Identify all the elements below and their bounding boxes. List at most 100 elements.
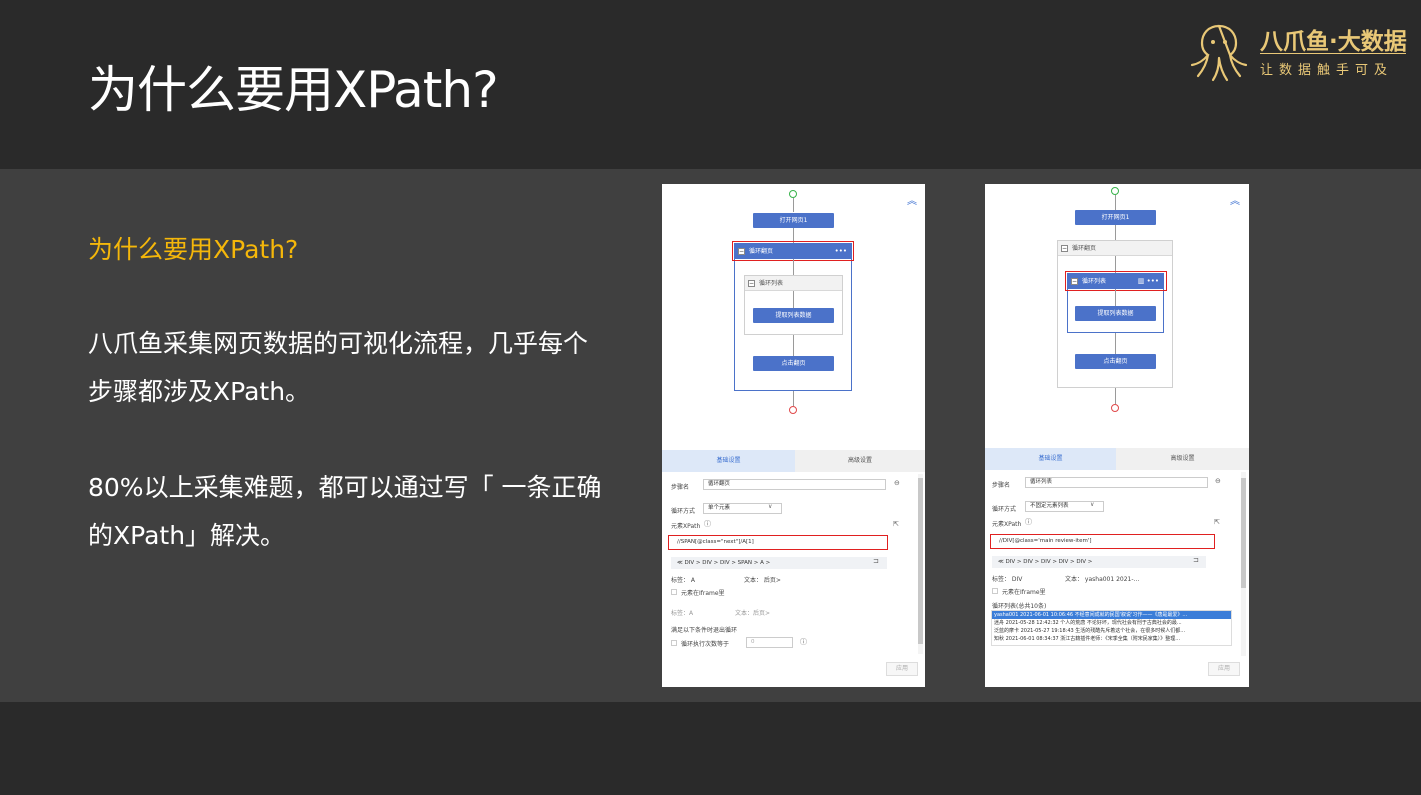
loop-mode-label: 循环方式 xyxy=(992,506,1017,513)
select-element-icon[interactable]: ⇱ xyxy=(893,520,899,528)
exit-count-checkbox[interactable] xyxy=(671,640,677,646)
xpath-label: 元素XPath xyxy=(992,521,1022,528)
select-element-icon[interactable]: ⇱ xyxy=(1214,518,1220,526)
xpath-label: 元素XPath xyxy=(671,523,701,530)
return-icon[interactable]: ⊐ xyxy=(1193,556,1199,564)
flow-click-next[interactable]: 点击翻页 xyxy=(753,356,834,371)
list-item[interactable]: yasha001 2021-06-01 10:06:46 不经意间成就的民国'叙… xyxy=(992,611,1231,619)
minus-icon[interactable]: − xyxy=(1061,245,1068,252)
collapse-icon[interactable]: ︽ xyxy=(907,192,917,207)
octopus-icon xyxy=(1190,24,1248,82)
list-item[interactable]: 泛蓝的摩卡 2021-05-27 19:18:43 生活的残酷先斥着这个社会，在… xyxy=(992,627,1231,635)
connector xyxy=(793,198,794,212)
collapse-icon[interactable]: ︽ xyxy=(1230,192,1240,207)
settings-form: 步骤名 循环翻页 ⊖ 循环方式 单个元素 ∨ 元素XPath ⓘ ⇱ //SPA… xyxy=(662,472,925,687)
text-label-2: 文本：后页> xyxy=(735,610,771,617)
end-icon xyxy=(1111,404,1119,412)
chevron-down-icon: ∨ xyxy=(768,503,773,510)
end-icon xyxy=(789,406,797,414)
brand-logo: 八爪鱼·大数据 让数据触手可及 xyxy=(1186,18,1407,84)
tag-label-2: 标签：A xyxy=(671,610,694,617)
xpath-input[interactable]: //SPAN[@class="next"]/A[1] xyxy=(668,535,888,550)
iframe-label: 元素在Iframe里 xyxy=(681,590,725,597)
iframe-checkbox[interactable] xyxy=(992,588,998,594)
brand-divider xyxy=(1260,53,1406,54)
connector xyxy=(1115,388,1116,404)
settings-tabs: 基础设置 高级设置 xyxy=(662,450,925,472)
step-name-label: 步骤名 xyxy=(671,484,690,491)
form-scrollbar[interactable] xyxy=(1241,472,1246,656)
help-icon[interactable]: ⓘ xyxy=(1025,517,1032,527)
section-subhead: 为什么要用XPath? xyxy=(88,235,299,264)
start-icon xyxy=(1111,187,1119,195)
clear-icon[interactable]: ⊖ xyxy=(894,479,900,487)
xpath-input[interactable]: //DIV[@class='main review-item'] xyxy=(990,534,1215,549)
loop-mode-label: 循环方式 xyxy=(671,508,696,515)
loop-list[interactable]: yasha001 2021-06-01 10:06:46 不经意间成就的民国'叙… xyxy=(991,610,1232,646)
brand-slogan: 让数据触手可及 xyxy=(1260,63,1394,78)
left-screenshot-panel: ︽ 打开网页1 − 循环翻页 ••• − 循环列表 提取列表数据 点击翻页 基础… xyxy=(662,184,925,687)
text-label: 文本： 后页> xyxy=(744,577,781,584)
return-icon[interactable]: ⊐ xyxy=(873,557,879,565)
highlight-loop-list xyxy=(1065,271,1167,291)
iframe-label: 元素在Iframe里 xyxy=(1002,589,1046,596)
workflow-canvas: ︽ 打开网页1 − 循环翻页 − 循环列表 ▥ ••• 提取列表数据 点击翻页 xyxy=(985,184,1249,450)
connector xyxy=(1115,333,1116,354)
scroll-thumb[interactable] xyxy=(918,478,923,644)
paragraph-visual-flow: 八爪鱼采集网页数据的可视化流程，几乎每个步骤都涉及XPath。 xyxy=(88,329,589,406)
connector xyxy=(793,291,794,308)
element-breadcrumb[interactable]: ≪ DIV > DIV > DIV > DIV > DIV > xyxy=(992,556,1206,568)
exit-condition-label: 满足以下条件时退出循环 xyxy=(671,627,738,634)
brand-name: 八爪鱼·大数据 xyxy=(1260,29,1407,55)
list-item[interactable]: 迷舟 2021-05-28 12:42:32 个人的荒唐 不论好坏，现代社会有刑… xyxy=(992,619,1231,627)
chevron-down-icon: ∨ xyxy=(1090,501,1095,508)
help-icon[interactable]: ⓘ xyxy=(704,519,711,529)
loop-list-label: 循环列表 xyxy=(759,280,784,287)
text-label: 文本： yasha001 2021-... xyxy=(1065,576,1140,583)
flow-extract[interactable]: 提取列表数据 xyxy=(1075,306,1156,321)
exit-count-input[interactable]: 0 xyxy=(746,637,793,648)
tab-basic[interactable]: 基础设置 xyxy=(985,448,1116,470)
connector xyxy=(793,259,794,275)
loop-page-label: 循环翻页 xyxy=(1072,245,1097,252)
paragraph-xpath-solution: 80%以上采集难题，都可以通过写「 一条正确的XPath」解决。 xyxy=(88,473,602,550)
tag-label: 标签： A xyxy=(671,577,696,584)
tab-basic[interactable]: 基础设置 xyxy=(662,450,795,472)
start-icon xyxy=(789,190,797,198)
form-scrollbar[interactable] xyxy=(918,474,923,654)
flow-click-next[interactable]: 点击翻页 xyxy=(1075,354,1156,369)
connector xyxy=(1115,225,1116,240)
settings-form: 步骤名 循环列表 ⊖ 循环方式 不固定元素列表 ∨ 元素XPath ⓘ ⇱ //… xyxy=(985,470,1249,687)
connector xyxy=(1115,289,1116,306)
tab-advanced[interactable]: 高级设置 xyxy=(1116,448,1249,470)
connector xyxy=(1115,195,1116,210)
step-name-label: 步骤名 xyxy=(992,482,1011,489)
help-icon[interactable]: ⓘ xyxy=(800,637,807,647)
tab-advanced[interactable]: 高级设置 xyxy=(795,450,925,472)
flow-open-page[interactable]: 打开网页1 xyxy=(753,213,834,228)
settings-tabs: 基础设置 高级设置 xyxy=(985,448,1249,470)
flow-extract[interactable]: 提取列表数据 xyxy=(753,308,834,323)
step-name-input[interactable]: 循环列表 xyxy=(1025,477,1208,488)
loop-list-count-label: 循环列表(总共10条) xyxy=(992,603,1047,610)
step-name-input[interactable]: 循环翻页 xyxy=(703,479,886,490)
clear-icon[interactable]: ⊖ xyxy=(1215,477,1221,485)
apply-button[interactable]: 应用 xyxy=(1208,662,1240,676)
connector xyxy=(793,391,794,406)
minus-icon[interactable]: − xyxy=(748,280,755,287)
slide-title: 为什么要用XPath? xyxy=(88,61,499,119)
connector xyxy=(793,335,794,356)
loop-page-header[interactable]: − 循环翻页 xyxy=(1058,241,1172,256)
scroll-thumb[interactable] xyxy=(1241,478,1246,588)
highlight-loop-page xyxy=(732,241,854,261)
flow-open-page[interactable]: 打开网页1 xyxy=(1075,210,1156,225)
loop-list-header[interactable]: − 循环列表 xyxy=(745,276,842,291)
list-item[interactable]: 知秋 2021-06-01 08:34:37 浙江古籍插件老师：《宋季全集（附宋… xyxy=(992,635,1231,643)
apply-button[interactable]: 应用 xyxy=(886,662,918,676)
workflow-canvas: ︽ 打开网页1 − 循环翻页 ••• − 循环列表 提取列表数据 点击翻页 xyxy=(662,184,925,450)
exit-count-label: 循环执行次数等于 xyxy=(681,641,730,648)
iframe-checkbox[interactable] xyxy=(671,589,677,595)
footer-bar xyxy=(0,702,1421,795)
element-breadcrumb[interactable]: ≪ DIV > DIV > DIV > SPAN > A > xyxy=(671,557,887,569)
tag-label: 标签： DIV xyxy=(992,576,1023,583)
